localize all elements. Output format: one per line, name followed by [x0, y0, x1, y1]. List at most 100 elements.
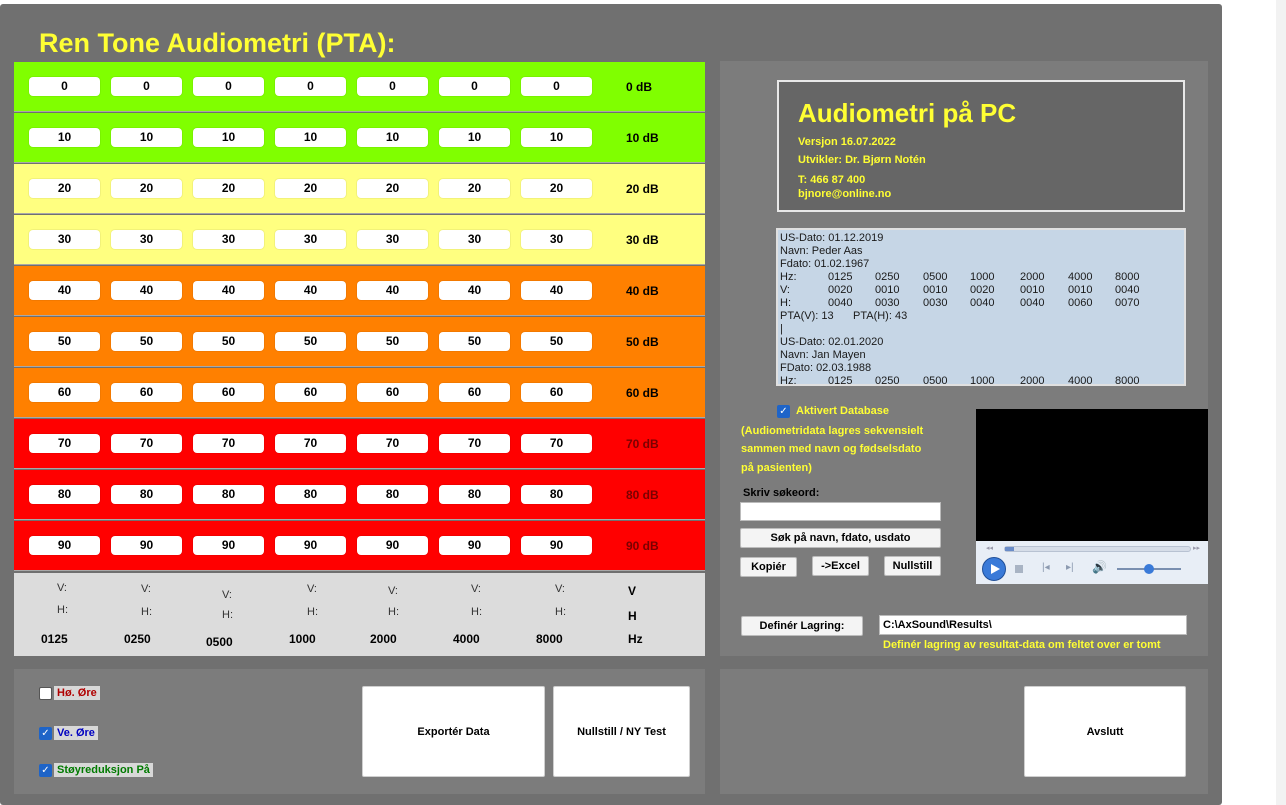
threshold-cell[interactable]: 50	[439, 332, 510, 351]
database-checkbox[interactable]: ✓	[777, 405, 790, 418]
threshold-cell[interactable]: 60	[357, 383, 428, 402]
threshold-cell[interactable]: 0	[193, 77, 264, 96]
threshold-cell[interactable]: 80	[439, 485, 510, 504]
threshold-cell[interactable]: 60	[439, 383, 510, 402]
database-log[interactable]: US-Dato: 01.12.2019 Navn: Peder Aas Fdato:…	[776, 228, 1186, 386]
threshold-cell[interactable]: 70	[357, 434, 428, 453]
threshold-cell[interactable]: 90	[275, 536, 346, 555]
threshold-cell[interactable]: 70	[193, 434, 264, 453]
threshold-cell[interactable]: 60	[193, 383, 264, 402]
threshold-cell[interactable]: 50	[521, 332, 592, 351]
export-data-button[interactable]: Exportér Data	[362, 686, 545, 777]
threshold-cell[interactable]: 80	[275, 485, 346, 504]
export-excel-button[interactable]: ->Excel	[812, 556, 869, 576]
threshold-cell[interactable]: 80	[29, 485, 100, 504]
search-input[interactable]	[740, 502, 941, 521]
threshold-cell[interactable]: 0	[111, 77, 182, 96]
threshold-cell[interactable]: 0	[275, 77, 346, 96]
threshold-cell[interactable]: 0	[29, 77, 100, 96]
option-checkbox[interactable]: ✓	[39, 727, 52, 740]
reset-search-button[interactable]: Nullstill	[884, 556, 941, 576]
threshold-cell[interactable]: 70	[439, 434, 510, 453]
threshold-cell[interactable]: 30	[29, 230, 100, 249]
threshold-cell[interactable]: 90	[521, 536, 592, 555]
option-checkbox[interactable]	[39, 687, 52, 700]
threshold-cell[interactable]: 40	[193, 281, 264, 300]
threshold-cell[interactable]: 30	[193, 230, 264, 249]
threshold-cell[interactable]: 30	[111, 230, 182, 249]
threshold-cell[interactable]: 10	[111, 128, 182, 147]
left-ear-marker: V:	[222, 589, 232, 601]
threshold-cell[interactable]: 80	[111, 485, 182, 504]
threshold-cell[interactable]: 70	[521, 434, 592, 453]
threshold-cell[interactable]: 60	[275, 383, 346, 402]
record-hz-label: Hz:	[780, 271, 797, 283]
threshold-cell[interactable]: 20	[275, 179, 346, 198]
stop-icon[interactable]	[1015, 565, 1023, 573]
search-button[interactable]: Søk på navn, fdato, usdato	[740, 528, 941, 548]
threshold-cell[interactable]: 0	[357, 77, 428, 96]
threshold-cell[interactable]: 90	[439, 536, 510, 555]
next-icon[interactable]: ▸|	[1066, 562, 1074, 573]
threshold-cell[interactable]: 20	[193, 179, 264, 198]
threshold-cell[interactable]: 50	[357, 332, 428, 351]
threshold-cell[interactable]: 30	[439, 230, 510, 249]
copy-button[interactable]: Kopiér	[740, 557, 797, 577]
scrollbar-track[interactable]	[1276, 0, 1286, 805]
threshold-cell[interactable]: 20	[111, 179, 182, 198]
volume-thumb[interactable]	[1144, 564, 1154, 574]
threshold-cell[interactable]: 10	[275, 128, 346, 147]
threshold-cell[interactable]: 50	[111, 332, 182, 351]
threshold-cell[interactable]: 70	[275, 434, 346, 453]
threshold-cell[interactable]: 20	[29, 179, 100, 198]
threshold-cell[interactable]: 30	[521, 230, 592, 249]
quit-button[interactable]: Avslutt	[1024, 686, 1186, 777]
threshold-cell[interactable]: 90	[111, 536, 182, 555]
threshold-cell[interactable]: 50	[29, 332, 100, 351]
option-label[interactable]: Hø. Øre	[54, 686, 100, 700]
option-checkbox[interactable]: ✓	[39, 764, 52, 777]
threshold-cell[interactable]: 40	[357, 281, 428, 300]
threshold-cell[interactable]: 50	[275, 332, 346, 351]
threshold-cell[interactable]: 0	[439, 77, 510, 96]
threshold-cell[interactable]: 20	[357, 179, 428, 198]
video-display[interactable]	[976, 409, 1208, 541]
volume-icon[interactable]: 🔊	[1092, 560, 1107, 574]
threshold-cell[interactable]: 50	[193, 332, 264, 351]
threshold-cell[interactable]: 90	[29, 536, 100, 555]
threshold-cell[interactable]: 30	[275, 230, 346, 249]
threshold-cell[interactable]: 0	[521, 77, 592, 96]
threshold-cell[interactable]: 90	[193, 536, 264, 555]
seek-bar[interactable]	[1004, 546, 1191, 552]
play-button[interactable]	[982, 557, 1006, 581]
threshold-cell[interactable]: 20	[439, 179, 510, 198]
threshold-cell[interactable]: 70	[29, 434, 100, 453]
option-label[interactable]: Støyreduksjon På	[54, 763, 153, 777]
threshold-cell[interactable]: 40	[521, 281, 592, 300]
threshold-cell[interactable]: 40	[29, 281, 100, 300]
threshold-cell[interactable]: 20	[521, 179, 592, 198]
threshold-cell[interactable]: 60	[111, 383, 182, 402]
volume-slider[interactable]	[1117, 564, 1181, 574]
threshold-cell[interactable]: 80	[521, 485, 592, 504]
threshold-cell[interactable]: 80	[357, 485, 428, 504]
threshold-cell[interactable]: 10	[521, 128, 592, 147]
threshold-cell[interactable]: 40	[275, 281, 346, 300]
threshold-cell[interactable]: 40	[111, 281, 182, 300]
storage-path-input[interactable]	[879, 615, 1187, 635]
option-label[interactable]: Ve. Øre	[54, 726, 98, 740]
threshold-cell[interactable]: 80	[193, 485, 264, 504]
threshold-cell[interactable]: 10	[29, 128, 100, 147]
threshold-cell[interactable]: 10	[357, 128, 428, 147]
threshold-cell[interactable]: 70	[111, 434, 182, 453]
threshold-cell[interactable]: 60	[521, 383, 592, 402]
reset-new-test-button[interactable]: Nullstill / NY Test	[553, 686, 690, 777]
threshold-cell[interactable]: 40	[439, 281, 510, 300]
threshold-cell[interactable]: 30	[357, 230, 428, 249]
threshold-cell[interactable]: 90	[357, 536, 428, 555]
previous-icon[interactable]: |◂	[1042, 562, 1050, 573]
threshold-cell[interactable]: 10	[439, 128, 510, 147]
threshold-cell[interactable]: 10	[193, 128, 264, 147]
define-storage-button[interactable]: Definér Lagring:	[741, 616, 863, 636]
threshold-cell[interactable]: 60	[29, 383, 100, 402]
